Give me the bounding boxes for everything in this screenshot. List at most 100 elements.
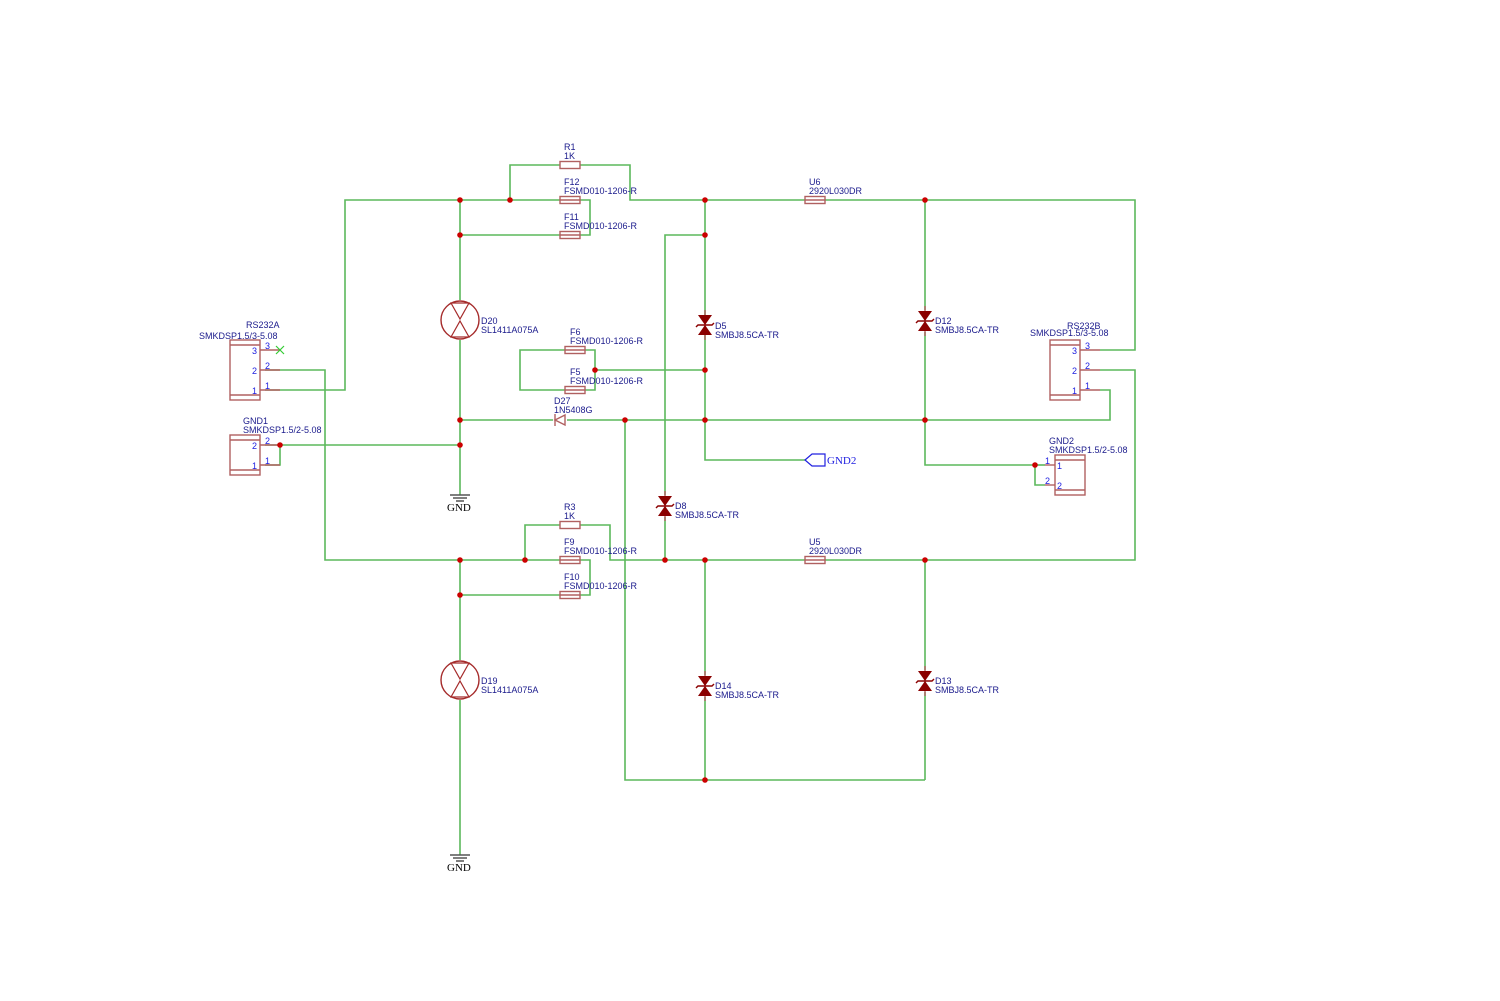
d20-gas-discharge-tube [440,300,480,340]
junction-dot [277,442,283,448]
d12-tvs-diode [915,306,935,336]
junction-dot [457,417,463,423]
u6-value: 2920L030DR [809,186,863,196]
d27-diode [553,413,566,427]
wire [265,369,560,561]
d5-tvs-diode [695,310,715,340]
rs232a-pin3-out: 3 [265,341,270,351]
gnd2-pin1-out: 1 [1045,456,1050,466]
junction-dot [457,442,463,448]
d20-value: SL1411A075A [481,325,538,335]
electrodes [449,302,471,338]
triangle [698,315,712,325]
rs232a-pin1-in: 1 [252,386,257,396]
wire [519,349,565,391]
d8-tvs-diode [655,491,675,521]
f10-fuse [559,590,581,600]
f6-value: FSMD010-1206-R [570,336,644,346]
wire [524,524,560,560]
f5-value: FSMD010-1206-R [570,376,644,386]
labels: R1 1K F12 FSMD010-1206-R F11 FSMD010-120… [199,142,1128,874]
rs232b-pin3-out: 3 [1085,341,1090,351]
rs232a-pin2-out: 2 [265,361,270,371]
f9-value: FSMD010-1206-R [564,546,638,556]
rs232a-ref: RS232A [246,320,280,330]
junction-dot [702,777,708,783]
d14-tvs-diode [695,671,715,701]
ground-bars [450,854,470,862]
rs232b-pin2-in: 2 [1072,366,1077,376]
f9-fuse [559,555,581,565]
triangle [918,321,932,331]
body [559,520,581,530]
d27-value: 1N5408G [554,405,593,415]
rs232b-pin1-out: 1 [1085,381,1090,391]
gnd2-pin2-out: 2 [1045,476,1050,486]
junctions [277,197,1038,783]
d13-tvs-diode [915,666,935,696]
triangle [918,671,932,681]
gnd2-port-icon [804,453,826,467]
rs232b-value: SMKDSP1.5/3-5.08 [1030,328,1109,338]
ground-bars [450,494,470,502]
u5-value: 2920L030DR [809,546,863,556]
gnd1-pin1-out: 1 [265,456,270,466]
gnd1-pin2-in: 2 [252,441,257,451]
junction-dot [507,197,513,203]
junction-dot [457,557,463,563]
rs232b-pin3-in: 3 [1072,346,1077,356]
wire [624,420,925,781]
junction-dot [702,232,708,238]
r3-resistor [559,520,581,530]
junction-dot [662,557,668,563]
rs232a-pin2-in: 2 [252,366,257,376]
wire [664,234,705,495]
junction-dot [702,367,708,373]
body [559,160,581,170]
d13-value: SMBJ8.5CA-TR [935,685,1000,695]
d14-value: SMBJ8.5CA-TR [715,690,780,700]
gnd1-value: SMKDSP1.5/2-5.08 [243,425,322,435]
triangle [918,681,932,691]
f12-fuse [559,195,581,205]
gnd2-pin1-in: 1 [1057,461,1062,471]
d19-gas-discharge-tube [440,660,480,700]
junction-dot [457,232,463,238]
d5-value: SMBJ8.5CA-TR [715,330,780,340]
junction-dot [702,417,708,423]
junction-dot [702,197,708,203]
r1-value: 1K [564,151,575,161]
junction-dot [457,592,463,598]
f11-fuse [559,230,581,240]
wire [704,335,805,461]
gnd1-pin1-in: 1 [252,461,257,471]
f10-value: FSMD010-1206-R [564,581,638,591]
r1-resistor [559,160,581,170]
rs232b-pin2-out: 2 [1085,361,1090,371]
junction-dot [922,197,928,203]
gnd2-connector [1045,454,1086,496]
junction-dot [702,557,708,563]
wire [924,332,1045,486]
gnd-label-bottom: GND [447,862,471,874]
junction-dot [592,367,598,373]
f12-value: FSMD010-1206-R [564,186,638,196]
gnd1-pin2-out: 2 [265,436,270,446]
u6-fuse [804,195,826,205]
r3-value: 1K [564,511,575,521]
triangle [553,413,566,427]
junction-dot [457,197,463,203]
gnd2-value: SMKDSP1.5/2-5.08 [1049,445,1128,455]
gnd2-port-label: GND2 [827,455,856,467]
triangle [658,506,672,516]
ground-icon [450,494,470,502]
rs232a-value: SMKDSP1.5/3-5.08 [199,331,278,341]
triangle [698,325,712,335]
rs232a-pin1-out: 1 [265,381,270,391]
junction-dot [1032,462,1038,468]
u5-fuse [804,555,826,565]
wire [567,389,1111,421]
d12-value: SMBJ8.5CA-TR [935,325,1000,335]
junction-dot [922,417,928,423]
gnd-label-top: GND [447,502,471,514]
